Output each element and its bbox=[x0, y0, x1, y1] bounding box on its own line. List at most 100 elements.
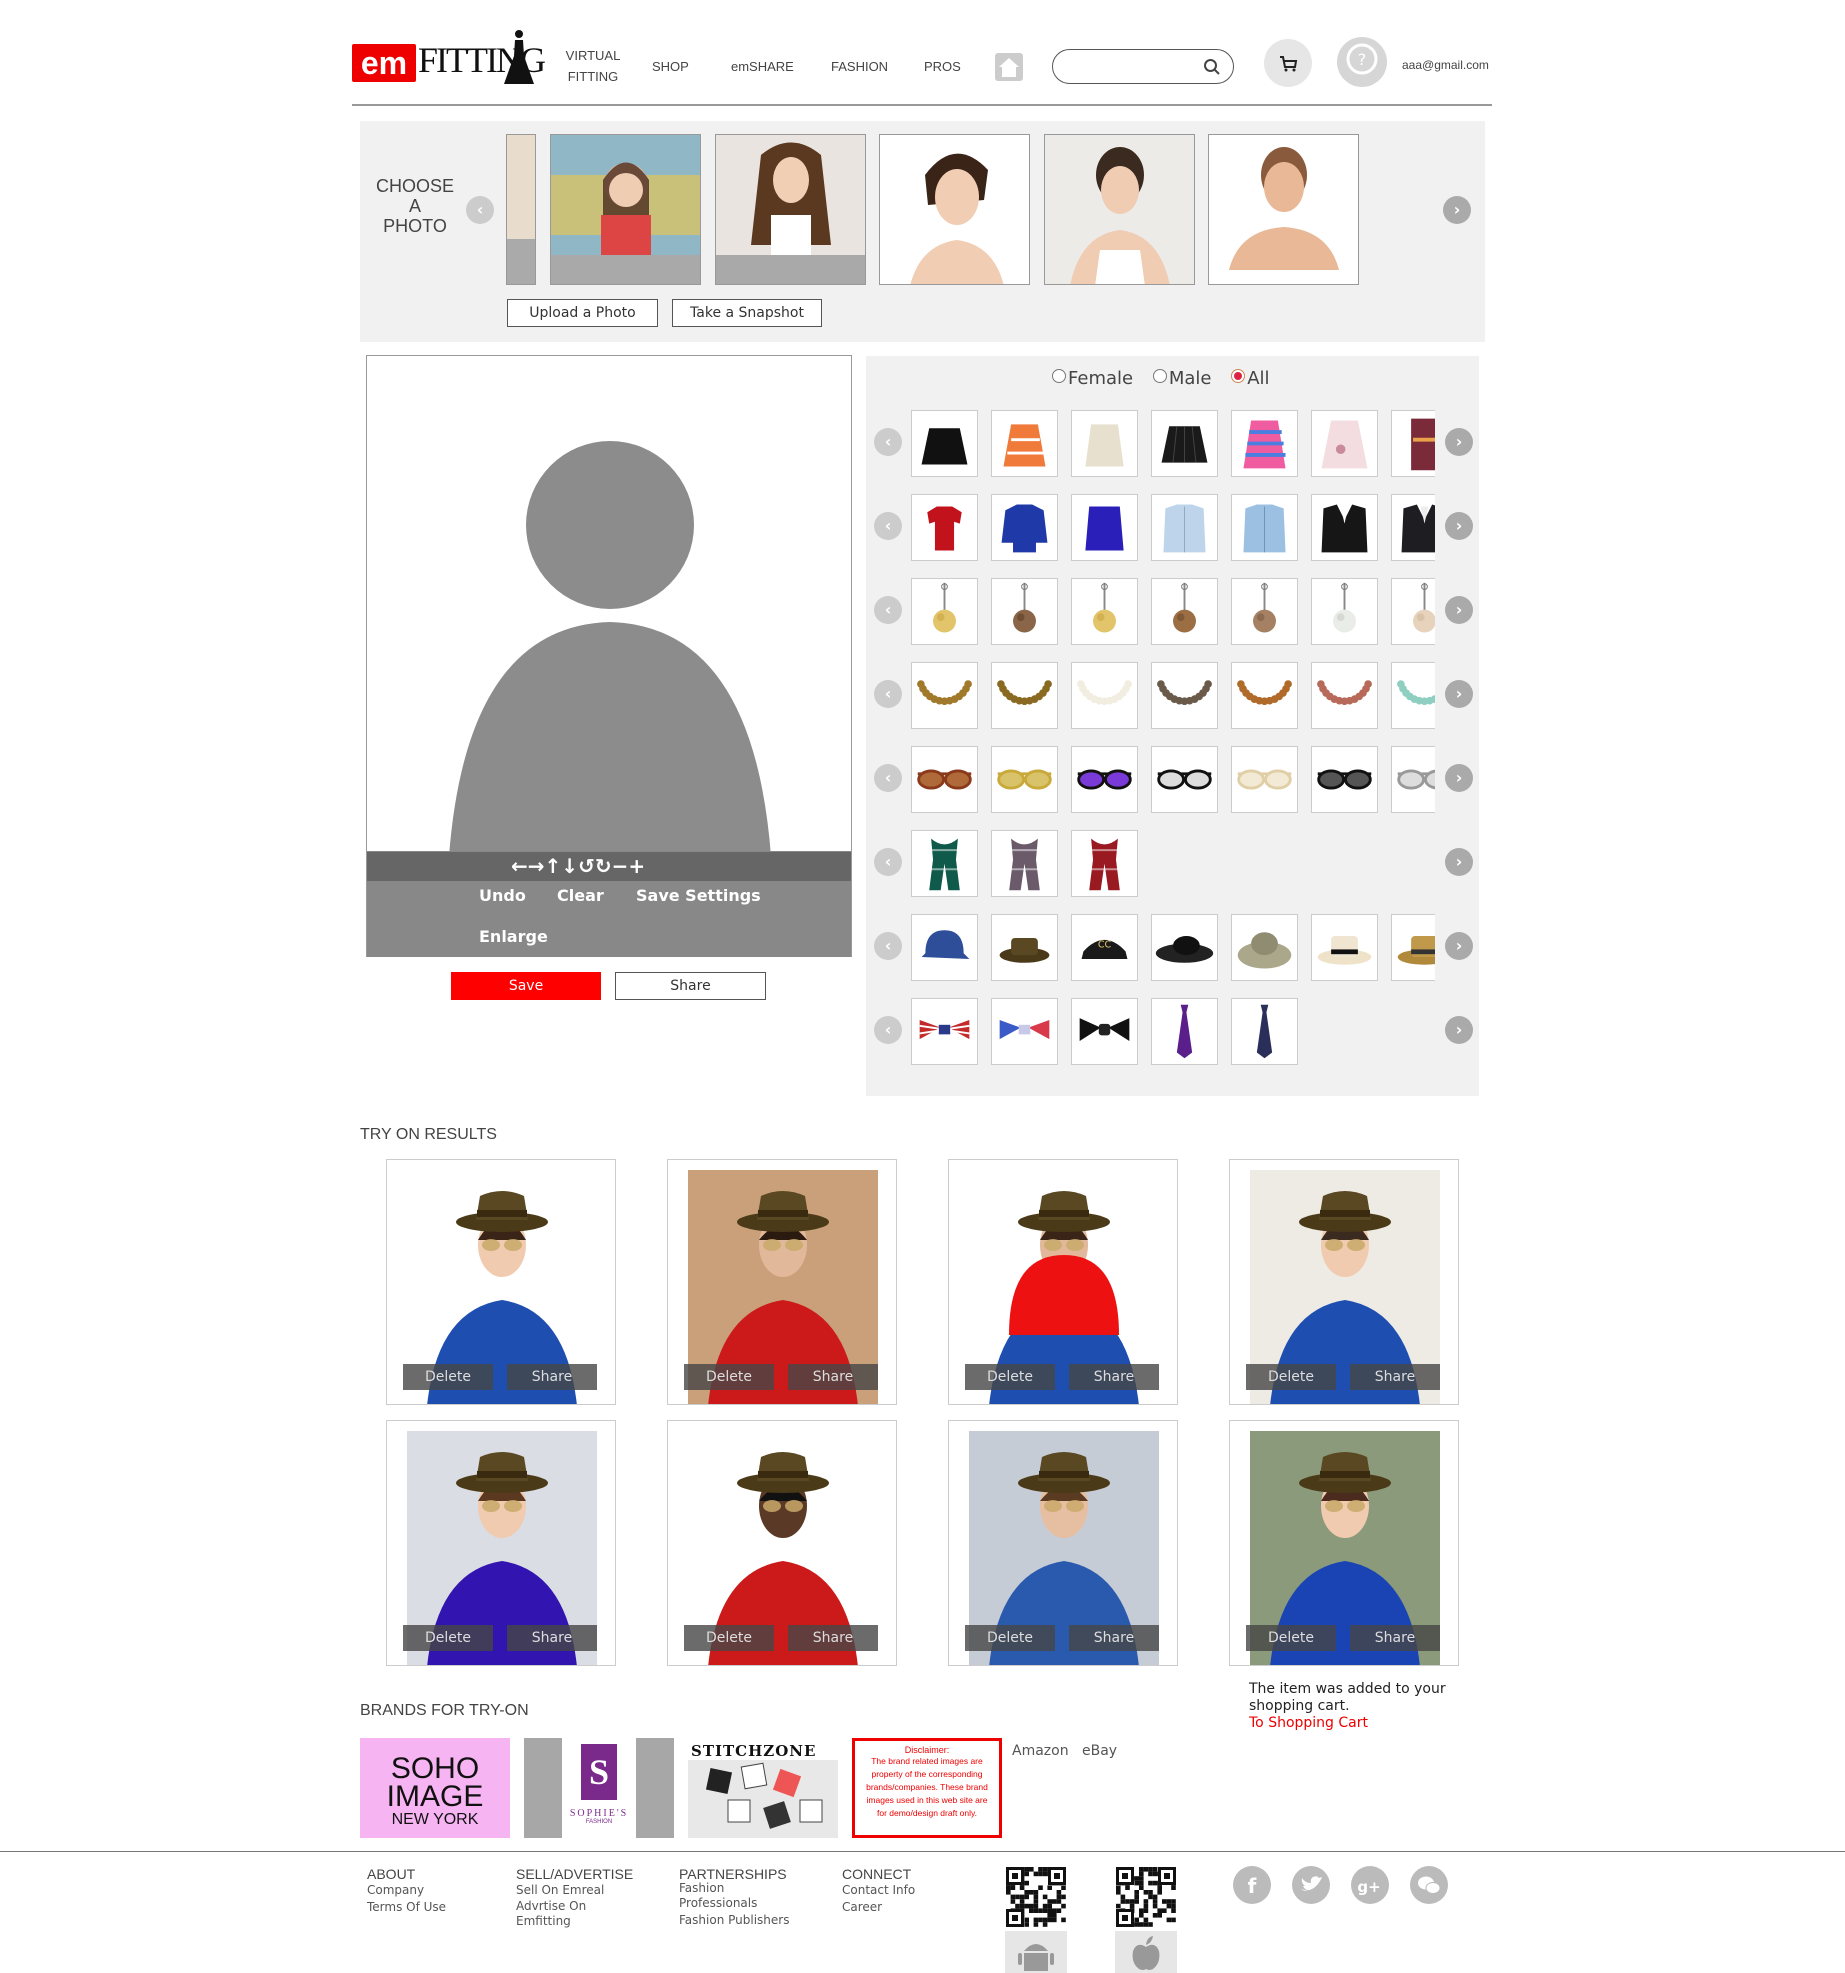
sunglasses-item[interactable] bbox=[1071, 746, 1138, 813]
footer-contact-link[interactable]: Contact Info bbox=[842, 1882, 915, 1899]
tops-item[interactable] bbox=[1071, 494, 1138, 561]
filter-male[interactable]: Male bbox=[1152, 368, 1211, 389]
scarves-next-button[interactable]: › bbox=[1445, 848, 1473, 876]
ios-app-qr-code[interactable] bbox=[1115, 1866, 1177, 1928]
footer-company-link[interactable]: Company bbox=[367, 1882, 446, 1899]
radio-male[interactable] bbox=[1152, 369, 1167, 383]
necklaces-prev-button[interactable]: ‹ bbox=[874, 680, 902, 708]
earrings-item[interactable] bbox=[1071, 578, 1138, 645]
brand-soho-image[interactable]: SOHO IMAGE NEW YORK bbox=[360, 1738, 510, 1838]
skirts-next-button[interactable]: › bbox=[1445, 428, 1473, 456]
hats-prev-button[interactable]: ‹ bbox=[874, 932, 902, 960]
nav-fashion[interactable]: FASHION bbox=[831, 59, 888, 74]
radio-all[interactable] bbox=[1231, 369, 1246, 383]
skirts-prev-button[interactable]: ‹ bbox=[874, 428, 902, 456]
enlarge-button[interactable]: Enlarge bbox=[479, 927, 548, 946]
ties-prev-button[interactable]: ‹ bbox=[874, 1016, 902, 1044]
share-result-button[interactable]: Share bbox=[507, 1364, 597, 1390]
tops-next-button[interactable]: › bbox=[1445, 512, 1473, 540]
try-on-result-card[interactable]: Delete Share bbox=[667, 1159, 897, 1405]
delete-result-button[interactable]: Delete bbox=[965, 1364, 1055, 1390]
zoom-in-icon[interactable]: + bbox=[628, 853, 645, 879]
earrings-item[interactable] bbox=[911, 578, 978, 645]
try-on-result-card[interactable]: Delete Share bbox=[948, 1420, 1178, 1666]
delete-result-button[interactable]: Delete bbox=[1246, 1625, 1336, 1651]
hats-item[interactable]: CC bbox=[1071, 914, 1138, 981]
move-right-icon[interactable]: → bbox=[528, 853, 545, 879]
footer-publishers-link[interactable]: Fashion Publishers bbox=[679, 1912, 789, 1929]
necklaces-item[interactable] bbox=[1151, 662, 1218, 729]
nav-virtual-fitting[interactable]: VIRTUAL FITTING bbox=[560, 48, 626, 84]
cart-button[interactable] bbox=[1264, 39, 1312, 87]
user-email[interactable]: aaa@gmail.com bbox=[1402, 58, 1489, 72]
sunglasses-item[interactable] bbox=[1231, 746, 1298, 813]
photo-thumb-1[interactable] bbox=[550, 134, 701, 285]
footer-terms-link[interactable]: Terms Of Use bbox=[367, 1899, 446, 1916]
ties-item[interactable] bbox=[991, 998, 1058, 1065]
try-on-result-card[interactable]: Delete Share bbox=[1229, 1420, 1459, 1666]
ties-next-button[interactable]: › bbox=[1445, 1016, 1473, 1044]
delete-result-button[interactable]: Delete bbox=[965, 1625, 1055, 1651]
earrings-item[interactable] bbox=[1231, 578, 1298, 645]
radio-female[interactable] bbox=[1052, 369, 1066, 383]
ios-app-store-button[interactable] bbox=[1115, 1931, 1177, 1973]
brand-amazon-link[interactable]: Amazon bbox=[1012, 1743, 1069, 1759]
search-input[interactable] bbox=[1067, 58, 1207, 73]
try-on-result-card[interactable]: Delete Share bbox=[667, 1420, 897, 1666]
hats-next-button[interactable]: › bbox=[1445, 932, 1473, 960]
nav-shop[interactable]: SHOP bbox=[652, 59, 689, 74]
delete-result-button[interactable]: Delete bbox=[403, 1364, 493, 1390]
scarves-item[interactable] bbox=[991, 830, 1058, 897]
share-result-button[interactable]: Share bbox=[788, 1625, 878, 1651]
hats-item[interactable] bbox=[991, 914, 1058, 981]
brand-stitchzone[interactable]: STITCHZONE bbox=[688, 1738, 838, 1838]
footer-emfitting-link[interactable]: Emfitting bbox=[516, 1913, 633, 1930]
to-shopping-cart-link[interactable]: To Shopping Cart bbox=[1249, 1715, 1368, 1731]
try-on-result-card[interactable]: Delete Share bbox=[386, 1159, 616, 1405]
move-left-icon[interactable]: ← bbox=[511, 853, 528, 879]
upload-photo-button[interactable]: Upload a Photo bbox=[507, 299, 658, 327]
earrings-next-button[interactable]: › bbox=[1445, 596, 1473, 624]
skirts-item[interactable] bbox=[1231, 410, 1298, 477]
skirts-item[interactable] bbox=[911, 410, 978, 477]
take-snapshot-button[interactable]: Take a Snapshot bbox=[672, 299, 822, 327]
sunglasses-item[interactable] bbox=[1391, 746, 1435, 813]
ties-item[interactable] bbox=[1151, 998, 1218, 1065]
tops-item[interactable] bbox=[1311, 494, 1378, 561]
tops-item[interactable] bbox=[911, 494, 978, 561]
tops-prev-button[interactable]: ‹ bbox=[874, 512, 902, 540]
necklaces-item[interactable] bbox=[1071, 662, 1138, 729]
save-settings-button[interactable]: Save Settings bbox=[636, 886, 761, 905]
photo-thumb-3[interactable] bbox=[879, 134, 1030, 285]
nav-pros[interactable]: PROS bbox=[924, 59, 961, 74]
tops-item[interactable] bbox=[1231, 494, 1298, 561]
share-result-button[interactable]: Share bbox=[1069, 1625, 1159, 1651]
hats-item[interactable] bbox=[911, 914, 978, 981]
sunglasses-item[interactable] bbox=[991, 746, 1058, 813]
clear-button[interactable]: Clear bbox=[557, 886, 604, 905]
delete-result-button[interactable]: Delete bbox=[684, 1625, 774, 1651]
try-on-result-card[interactable]: Delete Share bbox=[386, 1420, 616, 1666]
ties-item[interactable] bbox=[1231, 998, 1298, 1065]
earrings-item[interactable] bbox=[1311, 578, 1378, 645]
twitter-link[interactable] bbox=[1292, 1866, 1330, 1904]
hats-item[interactable] bbox=[1311, 914, 1378, 981]
rotate-left-icon[interactable]: ↺ bbox=[578, 853, 595, 879]
delete-result-button[interactable]: Delete bbox=[684, 1364, 774, 1390]
share-result-button[interactable]: Share bbox=[788, 1364, 878, 1390]
footer-career-link[interactable]: Career bbox=[842, 1899, 915, 1916]
search-box[interactable] bbox=[1052, 49, 1234, 84]
zoom-out-icon[interactable]: − bbox=[612, 853, 629, 879]
wechat-link[interactable] bbox=[1410, 1866, 1448, 1904]
sunglasses-next-button[interactable]: › bbox=[1445, 764, 1473, 792]
facebook-link[interactable]: f bbox=[1233, 1866, 1271, 1904]
photo-thumb-5[interactable] bbox=[1208, 134, 1359, 285]
footer-advertise-link[interactable]: Advrtise On bbox=[516, 1899, 633, 1913]
necklaces-item[interactable] bbox=[1391, 662, 1435, 729]
necklaces-next-button[interactable]: › bbox=[1445, 680, 1473, 708]
scarves-item[interactable] bbox=[911, 830, 978, 897]
ties-item[interactable] bbox=[911, 998, 978, 1065]
skirts-item[interactable] bbox=[1391, 410, 1435, 477]
scarves-item[interactable] bbox=[1071, 830, 1138, 897]
search-icon[interactable] bbox=[1203, 58, 1221, 76]
